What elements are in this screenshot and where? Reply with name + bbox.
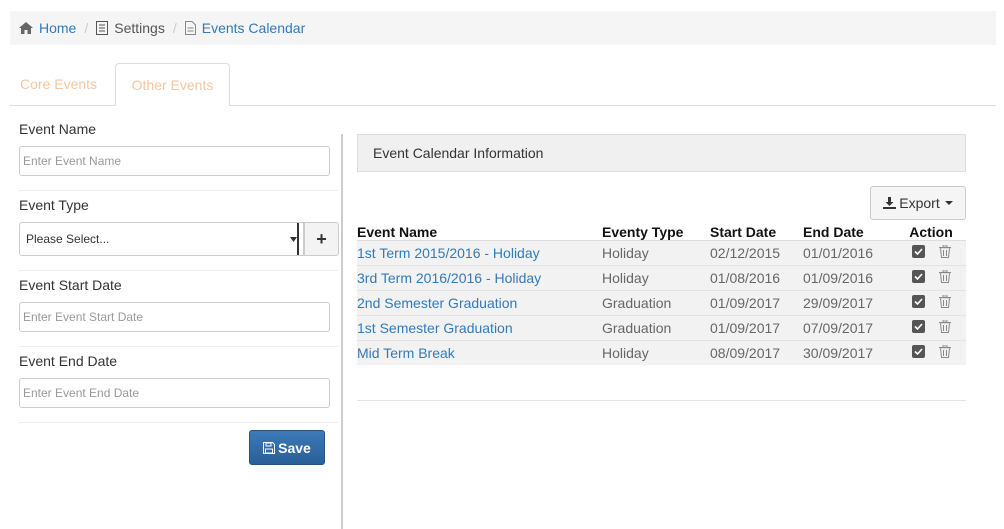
form-divider (19, 270, 339, 271)
add-event-type-button[interactable]: + (304, 222, 339, 256)
trash-icon[interactable] (938, 319, 951, 333)
export-button[interactable]: Export (870, 186, 966, 220)
checkbox-icon[interactable] (911, 344, 925, 358)
checkbox-icon[interactable] (911, 319, 925, 333)
checkbox-icon[interactable] (911, 269, 925, 283)
breadcrumb: Home / Settings / Events Calendar (10, 11, 996, 45)
file-icon (184, 21, 196, 35)
table-row: 3rd Term 2016/2016 - Holiday Holiday 01/08… (357, 265, 966, 290)
form-divider (19, 422, 339, 423)
action-cell (896, 315, 966, 340)
trash-icon[interactable] (938, 244, 951, 258)
export-button-label: Export (899, 195, 940, 211)
column-header-event-name: Event Name (357, 218, 602, 241)
table-header-row: Event Name Eventy Type Start Date End Da… (357, 218, 966, 241)
events-table: Event Name Eventy Type Start Date End Da… (357, 218, 966, 365)
end-date-cell: 01/01/2016 (803, 244, 874, 261)
document-icon (96, 21, 109, 35)
form-divider (19, 190, 339, 191)
end-date-cell: 30/09/2017 (803, 344, 874, 361)
event-type-cell: Holiday (602, 269, 649, 286)
breadcrumb-current[interactable]: Events Calendar (184, 20, 306, 36)
tab-bar: Core Events Other Events (10, 63, 996, 106)
table-row: Mid Term Break Holiday 08/09/2017 30/09/201… (357, 340, 966, 365)
event-name-input[interactable] (19, 146, 330, 176)
event-type-selected-value: Please Select... (26, 232, 110, 246)
checkbox-icon[interactable] (911, 244, 925, 258)
breadcrumb-current-link[interactable]: Events Calendar (202, 20, 306, 36)
table-footer-divider (357, 400, 966, 401)
column-divider (341, 134, 343, 529)
form-divider (19, 346, 339, 347)
event-type-cell: Graduation (602, 294, 672, 311)
tab-other-events[interactable]: Other Events (115, 63, 230, 106)
breadcrumb-separator: / (172, 20, 177, 36)
home-icon (19, 22, 33, 34)
event-type-label: Event Type (19, 197, 89, 213)
end-date-label: Event End Date (19, 353, 118, 369)
start-date-cell: 02/12/2015 (710, 244, 781, 261)
column-header-start-date: Start Date (710, 218, 803, 241)
start-date-input[interactable] (19, 302, 330, 332)
start-date-cell: 01/08/2016 (710, 269, 781, 286)
event-name-link[interactable]: Mid Term Break (357, 340, 602, 365)
event-name-link[interactable]: 2nd Semester Graduation (357, 290, 602, 315)
tab-core-events[interactable]: Core Events (10, 63, 107, 106)
breadcrumb-settings-label: Settings (114, 20, 165, 36)
panel-title: Event Calendar Information (357, 134, 966, 172)
save-button[interactable]: Save (249, 430, 325, 465)
download-icon (883, 197, 897, 209)
start-date-cell: 08/09/2017 (710, 344, 781, 361)
start-date-cell: 01/09/2017 (710, 294, 781, 311)
event-name-label: Event Name (19, 121, 97, 137)
breadcrumb-home-link[interactable]: Home (39, 20, 76, 36)
column-header-end-date: End Date (803, 218, 896, 241)
breadcrumb-settings[interactable]: Settings (96, 20, 165, 36)
end-date-input[interactable] (19, 378, 330, 408)
action-cell (896, 340, 966, 365)
end-date-cell: 07/09/2017 (803, 319, 874, 336)
column-header-action: Action (896, 218, 966, 241)
table-row: 1st Semester Graduation Graduation 01/09/2… (357, 315, 966, 340)
end-date-cell: 01/09/2016 (803, 269, 874, 286)
column-header-event-type: Eventy Type (602, 218, 710, 241)
event-type-cell: Holiday (602, 344, 649, 361)
action-cell (896, 265, 966, 290)
event-name-link[interactable]: 3rd Term 2016/2016 - Holiday (357, 265, 602, 290)
floppy-icon (263, 441, 276, 454)
end-date-cell: 29/09/2017 (803, 294, 874, 311)
start-date-cell: 01/09/2017 (710, 319, 781, 336)
action-cell (896, 240, 966, 265)
start-date-label: Event Start Date (19, 277, 122, 293)
checkbox-icon[interactable] (911, 294, 925, 308)
event-type-cell: Holiday (602, 244, 649, 261)
caret-down-icon (944, 201, 953, 205)
table-row: 1st Term 2015/2016 - Holiday Holiday 02/12… (357, 240, 966, 265)
event-type-select[interactable]: Please Select... (19, 222, 304, 256)
chevron-down-icon (289, 223, 299, 255)
breadcrumb-separator: / (84, 20, 89, 36)
trash-icon[interactable] (938, 294, 951, 308)
trash-icon[interactable] (938, 269, 951, 283)
event-type-cell: Graduation (602, 319, 672, 336)
table-row: 2nd Semester Graduation Graduation 01/09/2… (357, 290, 966, 315)
event-name-link[interactable]: 1st Semester Graduation (357, 315, 602, 340)
trash-icon[interactable] (938, 344, 951, 358)
event-name-link[interactable]: 1st Term 2015/2016 - Holiday (357, 240, 602, 265)
save-button-label: Save (278, 439, 311, 456)
breadcrumb-home[interactable]: Home (19, 20, 76, 36)
action-cell (896, 290, 966, 315)
